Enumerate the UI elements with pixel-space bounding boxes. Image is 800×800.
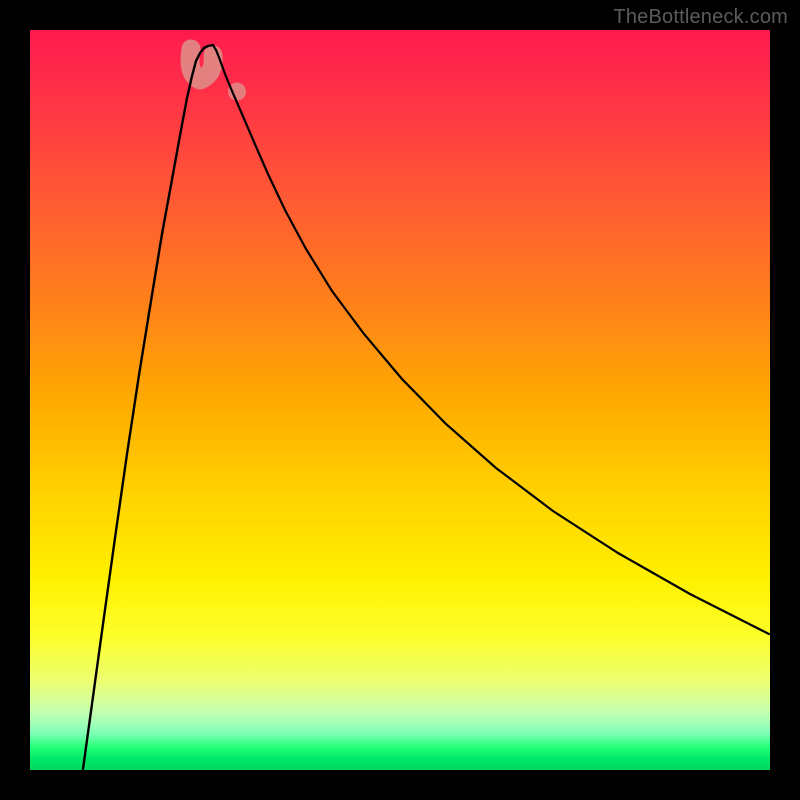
curve-left-branch	[83, 45, 213, 769]
curve-right-branch	[213, 45, 769, 634]
watermark-text: TheBottleneck.com	[613, 6, 788, 29]
plot-area	[30, 30, 770, 770]
curve-layer	[30, 30, 770, 770]
chart-frame: TheBottleneck.com	[0, 0, 800, 800]
